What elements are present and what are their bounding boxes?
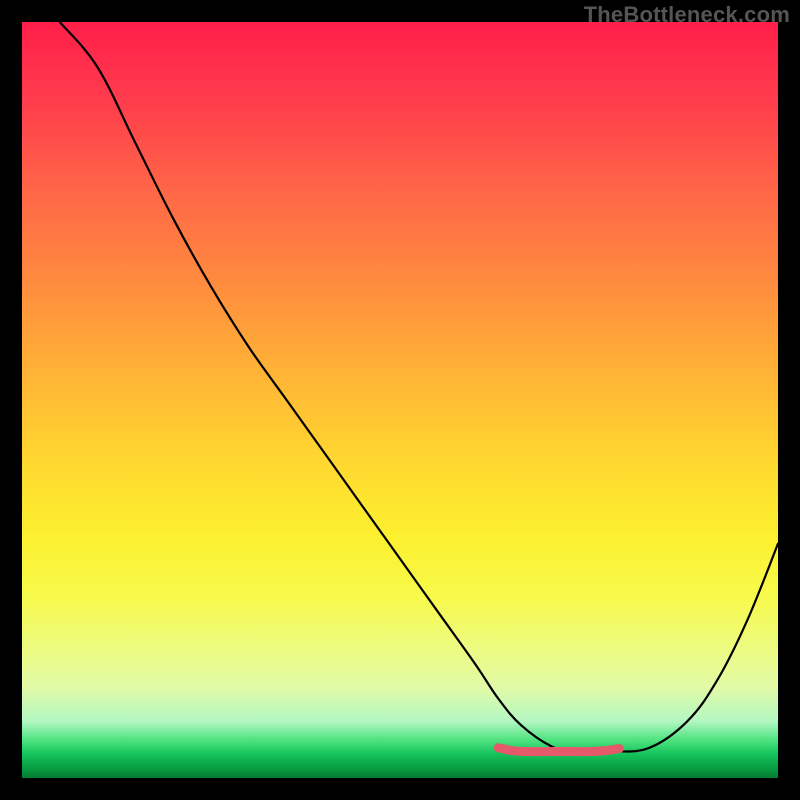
black-curve: [60, 22, 778, 752]
plot-area: [22, 22, 778, 778]
curves-overlay: [22, 22, 778, 778]
pink-floor-curve: [498, 748, 619, 752]
chart-frame: TheBottleneck.com: [0, 0, 800, 800]
watermark-text: TheBottleneck.com: [584, 2, 790, 28]
